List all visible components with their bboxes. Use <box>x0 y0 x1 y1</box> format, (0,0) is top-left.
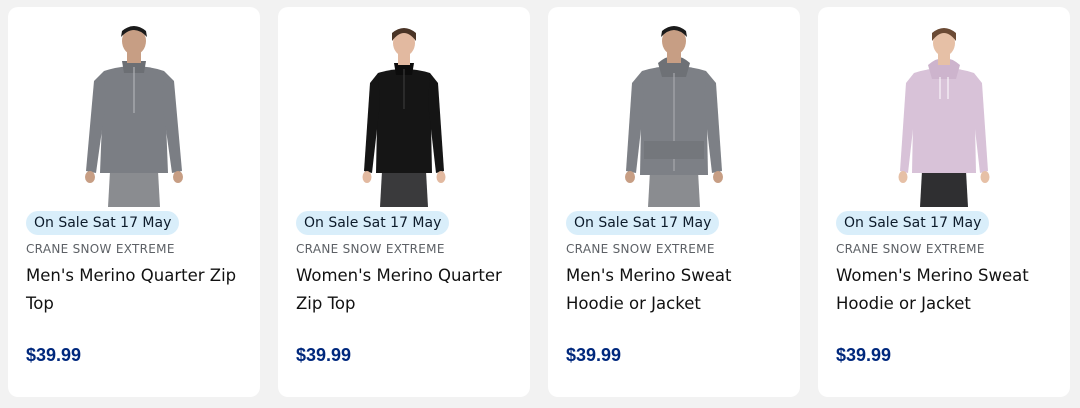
sale-date-badge: On Sale Sat 17 May <box>566 211 720 235</box>
product-card[interactable]: On Sale Sat 17 May CRANE SNOW EXTREME Me… <box>8 7 260 397</box>
product-price: $39.99 <box>836 345 892 365</box>
product-card[interactable]: On Sale Sat 17 May CRANE SNOW EXTREME Wo… <box>818 7 1070 397</box>
product-image[interactable] <box>604 21 744 207</box>
brand-label: CRANE SNOW EXTREME <box>26 242 175 256</box>
product-title[interactable]: Women's Merino Sweat Hoodie or Jacket <box>836 262 1058 318</box>
product-title[interactable]: Men's Merino Quarter Zip Top <box>26 262 248 318</box>
sale-date-badge: On Sale Sat 17 May <box>296 211 450 235</box>
sale-date-badge: On Sale Sat 17 May <box>836 211 990 235</box>
sale-date-badge: On Sale Sat 17 May <box>26 211 180 235</box>
product-title[interactable]: Men's Merino Sweat Hoodie or Jacket <box>566 262 788 318</box>
product-title[interactable]: Women's Merino Quarter Zip Top <box>296 262 518 318</box>
brand-label: CRANE SNOW EXTREME <box>836 242 985 256</box>
brand-label: CRANE SNOW EXTREME <box>566 242 715 256</box>
product-price: $39.99 <box>26 345 82 365</box>
product-image[interactable] <box>874 21 1014 207</box>
product-image[interactable] <box>334 21 474 207</box>
product-grid: On Sale Sat 17 May CRANE SNOW EXTREME Me… <box>0 0 1080 408</box>
product-price: $39.99 <box>296 345 352 365</box>
product-card[interactable]: On Sale Sat 17 May CRANE SNOW EXTREME Wo… <box>278 7 530 397</box>
product-image[interactable] <box>64 21 204 207</box>
product-card[interactable]: On Sale Sat 17 May CRANE SNOW EXTREME Me… <box>548 7 800 397</box>
brand-label: CRANE SNOW EXTREME <box>296 242 445 256</box>
product-price: $39.99 <box>566 345 622 365</box>
